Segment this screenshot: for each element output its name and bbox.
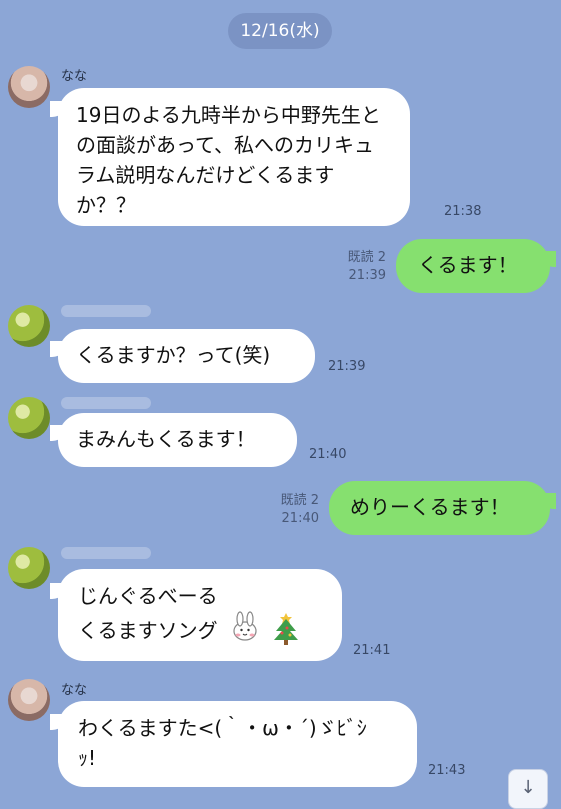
sender-name: なな: [61, 69, 88, 84]
message-bubble-2[interactable]: くるます！: [396, 239, 550, 293]
avatar[interactable]: [8, 397, 50, 439]
read-count: 既読 2: [347, 250, 386, 265]
time-label: 21:41: [353, 643, 391, 658]
message-text: まみんもくるます！: [76, 427, 256, 451]
message-line-2: くるますソング: [78, 611, 322, 653]
message-text: くるます！: [418, 253, 518, 277]
message-bubble-6[interactable]: じんぐるべーる くるますソング: [58, 569, 342, 661]
scroll-down-button[interactable]: ↓: [508, 769, 548, 809]
message-text: くるますか？って(笑): [76, 343, 271, 367]
rabbit-icon: [228, 611, 262, 653]
sender-name: なな: [61, 683, 88, 698]
avatar[interactable]: [8, 547, 50, 589]
message-bubble-1[interactable]: 19日のよる九時半から中野先生との面談があって、私へのカリキュラム説明なんだけど…: [58, 88, 410, 226]
avatar[interactable]: [8, 679, 50, 721]
arrow-down-icon: ↓: [520, 777, 536, 798]
message-bubble-3[interactable]: くるますか？って(笑): [58, 329, 315, 383]
read-receipt: 既読 2 21:39: [328, 249, 386, 285]
message-bubble-5[interactable]: めりーくるます！: [329, 481, 550, 535]
time-label: 21:39: [348, 268, 386, 283]
christmas-tree-icon: [272, 611, 300, 653]
message-text: めりーくるます！: [350, 495, 510, 519]
message-text: 19日のよる九時半から中野先生との面談があって、私へのカリキュラム説明なんだけど…: [76, 103, 381, 217]
time-label: 21:40: [281, 511, 319, 526]
read-receipt: 既読 2 21:40: [259, 492, 319, 528]
message-line-2: ｯ!: [78, 746, 97, 770]
time-label: 21:40: [309, 447, 347, 462]
read-count: 既読 2: [280, 493, 319, 508]
message-bubble-7[interactable]: わくるますた<(｀・ω・´)ゞﾋﾞｼ ｯ!: [58, 701, 417, 787]
message-bubble-4[interactable]: まみんもくるます！: [58, 413, 297, 467]
blurred-sender-name: [61, 397, 151, 409]
date-pill: 12/16(水): [228, 13, 332, 49]
time-label: 21:39: [328, 359, 366, 374]
blurred-sender-name: [61, 547, 151, 559]
avatar[interactable]: [8, 305, 50, 347]
time-label: 21:43: [428, 763, 466, 778]
message-line-1: わくるますた<(｀・ω・´)ゞﾋﾞｼ: [78, 716, 367, 740]
time-label: 21:38: [444, 204, 482, 219]
message-text: くるますソング: [78, 618, 218, 643]
blurred-sender-name: [61, 305, 151, 317]
message-line-1: じんぐるべーる: [78, 584, 218, 608]
avatar[interactable]: [8, 66, 50, 108]
